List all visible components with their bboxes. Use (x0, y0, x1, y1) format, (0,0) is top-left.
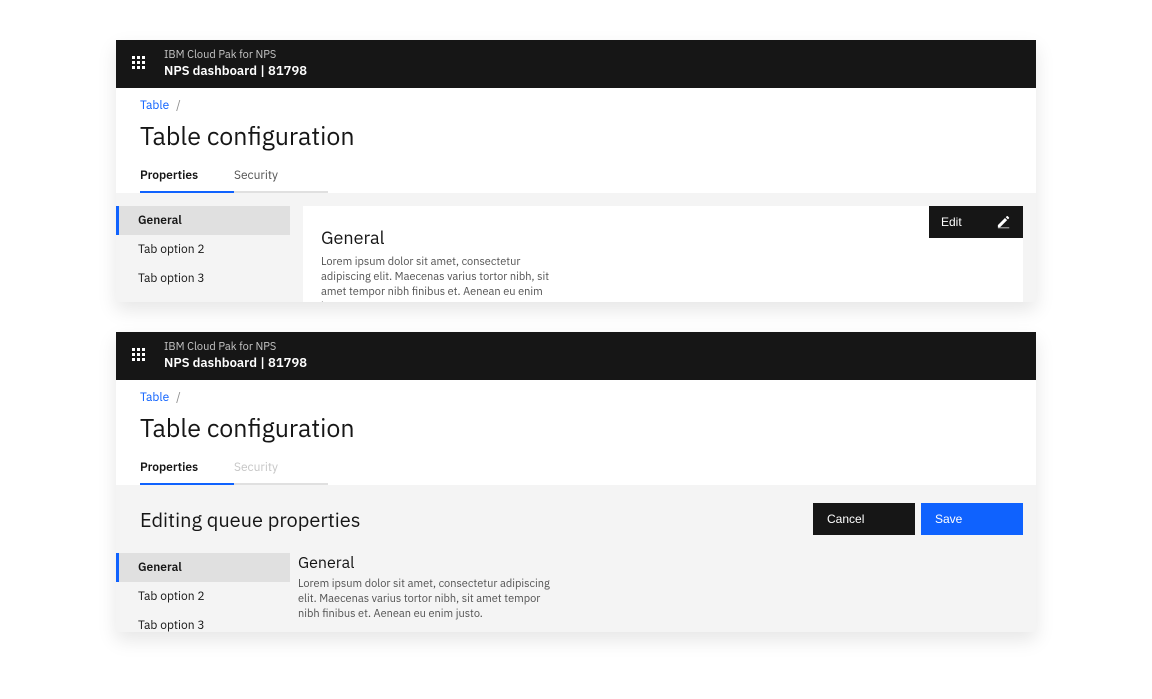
sidenav-item-option-2[interactable]: Tab option 2 (116, 582, 290, 611)
sidenav-item-option-3[interactable]: Tab option 3 (116, 611, 290, 632)
edit-button-label: Edit (941, 215, 962, 229)
sidenav-item-option-3[interactable]: Tab option 3 (116, 264, 290, 293)
app-switcher-icon[interactable] (132, 56, 148, 72)
sidenav-item-general[interactable]: General (116, 553, 290, 582)
section-subtitle: Lorem ipsum dolor sit amet, consectetur … (321, 255, 571, 302)
section-title: General (321, 226, 1005, 249)
sidenav-item-option-2[interactable]: Tab option 2 (116, 235, 290, 264)
side-nav: General Tab option 2 Tab option 3 Tab op… (116, 193, 290, 302)
edit-icon (997, 215, 1011, 229)
form-section-subtitle: Lorem ipsum dolor sit amet, consectetur … (298, 577, 558, 622)
tabs: Properties Security (116, 452, 1036, 485)
page-title: Table configuration (140, 411, 1012, 444)
editing-heading: Editing queue properties (140, 506, 361, 533)
sidenav-item-general[interactable]: General (116, 206, 290, 235)
save-button[interactable]: Save (921, 503, 1023, 535)
page-title: Table configuration (140, 119, 1012, 152)
side-nav: General Tab option 2 Tab option 3 Tab op… (116, 553, 290, 632)
tab-security: Security (234, 452, 328, 485)
breadcrumb: Table / (140, 98, 1012, 113)
form-area: General Lorem ipsum dolor sit amet, cons… (290, 553, 630, 632)
tab-security[interactable]: Security (234, 160, 328, 193)
breadcrumb-separator: / (172, 98, 185, 113)
header-product: IBM Cloud Pak for NPS (164, 49, 307, 63)
app-switcher-icon[interactable] (132, 348, 148, 364)
breadcrumb: Table / (140, 390, 1012, 405)
form-section-title: General (298, 553, 612, 573)
breadcrumb-root[interactable]: Table (140, 98, 169, 113)
global-header: IBM Cloud Pak for NPS NPS dashboard | 81… (116, 332, 1036, 380)
header-title: NPS dashboard | 81798 (164, 355, 307, 371)
cancel-button[interactable]: Cancel (813, 503, 915, 535)
header-product: IBM Cloud Pak for NPS (164, 341, 307, 355)
tabs: Properties Security (116, 160, 1036, 193)
header-title: NPS dashboard | 81798 (164, 63, 307, 79)
breadcrumb-root[interactable]: Table (140, 390, 169, 405)
breadcrumb-separator: / (172, 390, 185, 405)
config-panel-readonly: IBM Cloud Pak for NPS NPS dashboard | 81… (116, 40, 1036, 302)
edit-button[interactable]: Edit (929, 206, 1023, 238)
tab-properties[interactable]: Properties (140, 452, 234, 485)
config-panel-editing: IBM Cloud Pak for NPS NPS dashboard | 81… (116, 332, 1036, 632)
detail-card: Edit General Lorem ipsum dolor sit amet,… (303, 206, 1023, 302)
tab-properties[interactable]: Properties (140, 160, 234, 193)
sidenav-item-option-4[interactable]: Tab option 4 (116, 293, 290, 302)
global-header: IBM Cloud Pak for NPS NPS dashboard | 81… (116, 40, 1036, 88)
